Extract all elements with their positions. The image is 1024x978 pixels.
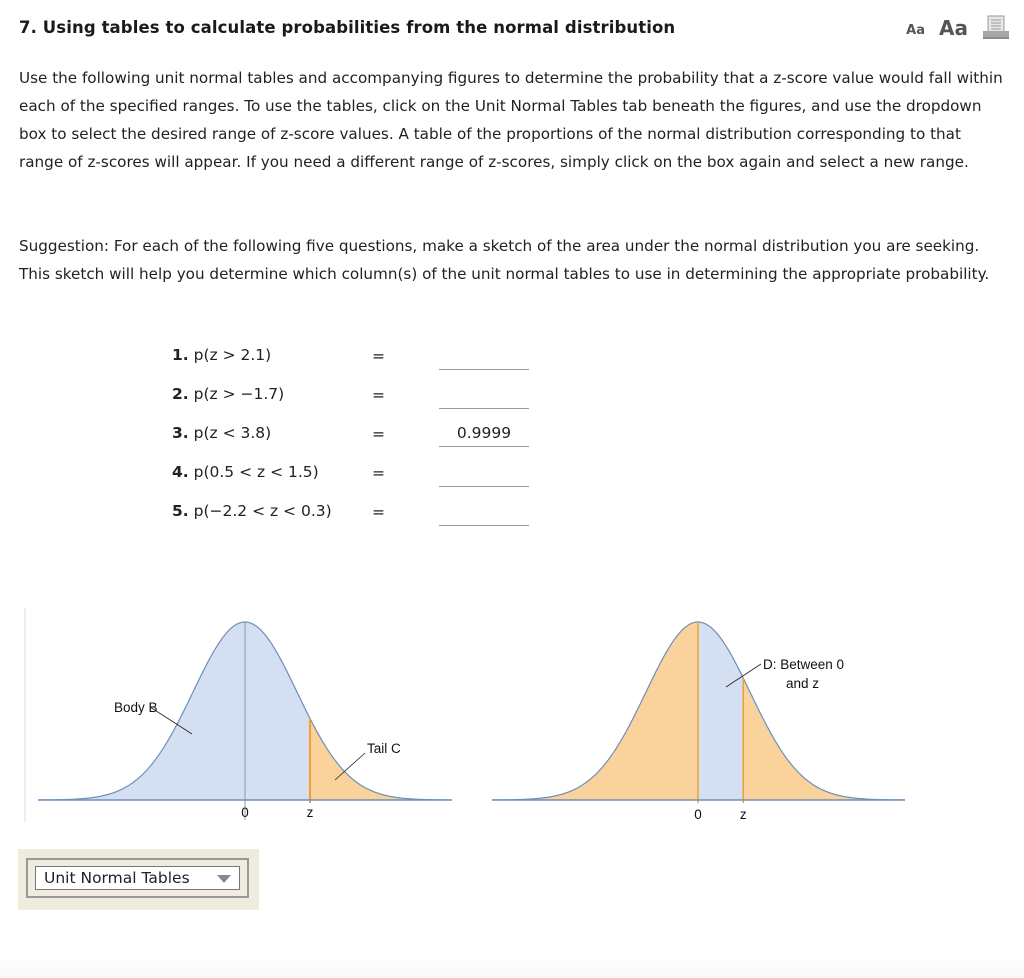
question-title: 7. Using tables to calculate probabiliti… — [19, 18, 676, 37]
tick-label-zero: 0 — [694, 807, 702, 822]
tick-label-zero: 0 — [241, 805, 249, 820]
question-expression: p(0.5 < z < 1.5) — [193, 463, 319, 481]
question-number: 2. — [172, 385, 189, 403]
body-b-area — [38, 622, 310, 800]
right-figure-between: D: Between 0 and z 0 z — [491, 621, 906, 822]
tail-c-area — [310, 718, 452, 800]
instructions-text: Use the following unit normal tables and… — [19, 69, 1003, 171]
unit-normal-tables-panel: Unit Normal Tables — [18, 849, 259, 910]
bottom-bar — [0, 958, 1024, 978]
question-item: 3. p(z < 3.8) — [172, 424, 271, 448]
question-number: 1. — [172, 346, 189, 364]
equals-sign: = — [372, 386, 385, 404]
tick-label-z: z — [740, 807, 747, 822]
chevron-down-icon[interactable] — [217, 875, 231, 883]
tail-c-label: Tail C — [367, 741, 401, 756]
left-area — [492, 622, 698, 800]
answer-field-3[interactable]: 0.9999 — [439, 424, 529, 447]
question-expression: p(z > −1.7) — [193, 385, 285, 403]
answer-field-2[interactable] — [439, 386, 529, 409]
question-item: 2. p(z > −1.7) — [172, 385, 284, 409]
between-label-line1: D: Between 0 — [763, 657, 844, 672]
answer-field-4[interactable] — [439, 464, 529, 487]
between-0-and-z-area — [698, 622, 743, 800]
question-item: 5. p(−2.2 < z < 0.3) — [172, 502, 332, 526]
equals-sign: = — [372, 347, 385, 365]
decrease-font-button[interactable]: Aa — [906, 23, 925, 38]
answer-field-1[interactable] — [439, 347, 529, 370]
equals-sign: = — [372, 464, 385, 482]
tick-label-z: z — [307, 805, 314, 820]
right-tail-area — [743, 677, 905, 800]
print-icon[interactable] — [982, 14, 1010, 39]
toolbar: Aa Aa — [906, 14, 1010, 39]
dropdown-selected-value: Unit Normal Tables — [44, 869, 190, 887]
unit-normal-tables-dropdown[interactable]: Unit Normal Tables — [35, 866, 240, 890]
question-expression: p(z < 3.8) — [193, 424, 272, 442]
increase-font-button[interactable]: Aa — [939, 18, 968, 38]
equals-sign: = — [372, 503, 385, 521]
dropdown-frame: Unit Normal Tables — [26, 858, 249, 898]
question-expression: p(z > 2.1) — [193, 346, 272, 364]
question-expression: p(−2.2 < z < 0.3) — [193, 502, 332, 520]
question-number: 5. — [172, 502, 189, 520]
suggestion-text: Suggestion: For each of the following fi… — [19, 237, 990, 283]
normal-distribution-figures: Body B Tail C 0 z D: Between 0 and z 0 z — [24, 608, 906, 822]
equals-sign: = — [372, 425, 385, 443]
question-item: 4. p(0.5 < z < 1.5) — [172, 463, 319, 487]
question-number: 3. — [172, 424, 189, 442]
answer-field-5[interactable] — [439, 503, 529, 526]
left-figure-body-tail: Body B Tail C 0 z — [37, 621, 453, 820]
between-label-line2: and z — [786, 676, 819, 691]
question-number: 4. — [172, 463, 189, 481]
question-item: 1. p(z > 2.1) — [172, 346, 271, 370]
